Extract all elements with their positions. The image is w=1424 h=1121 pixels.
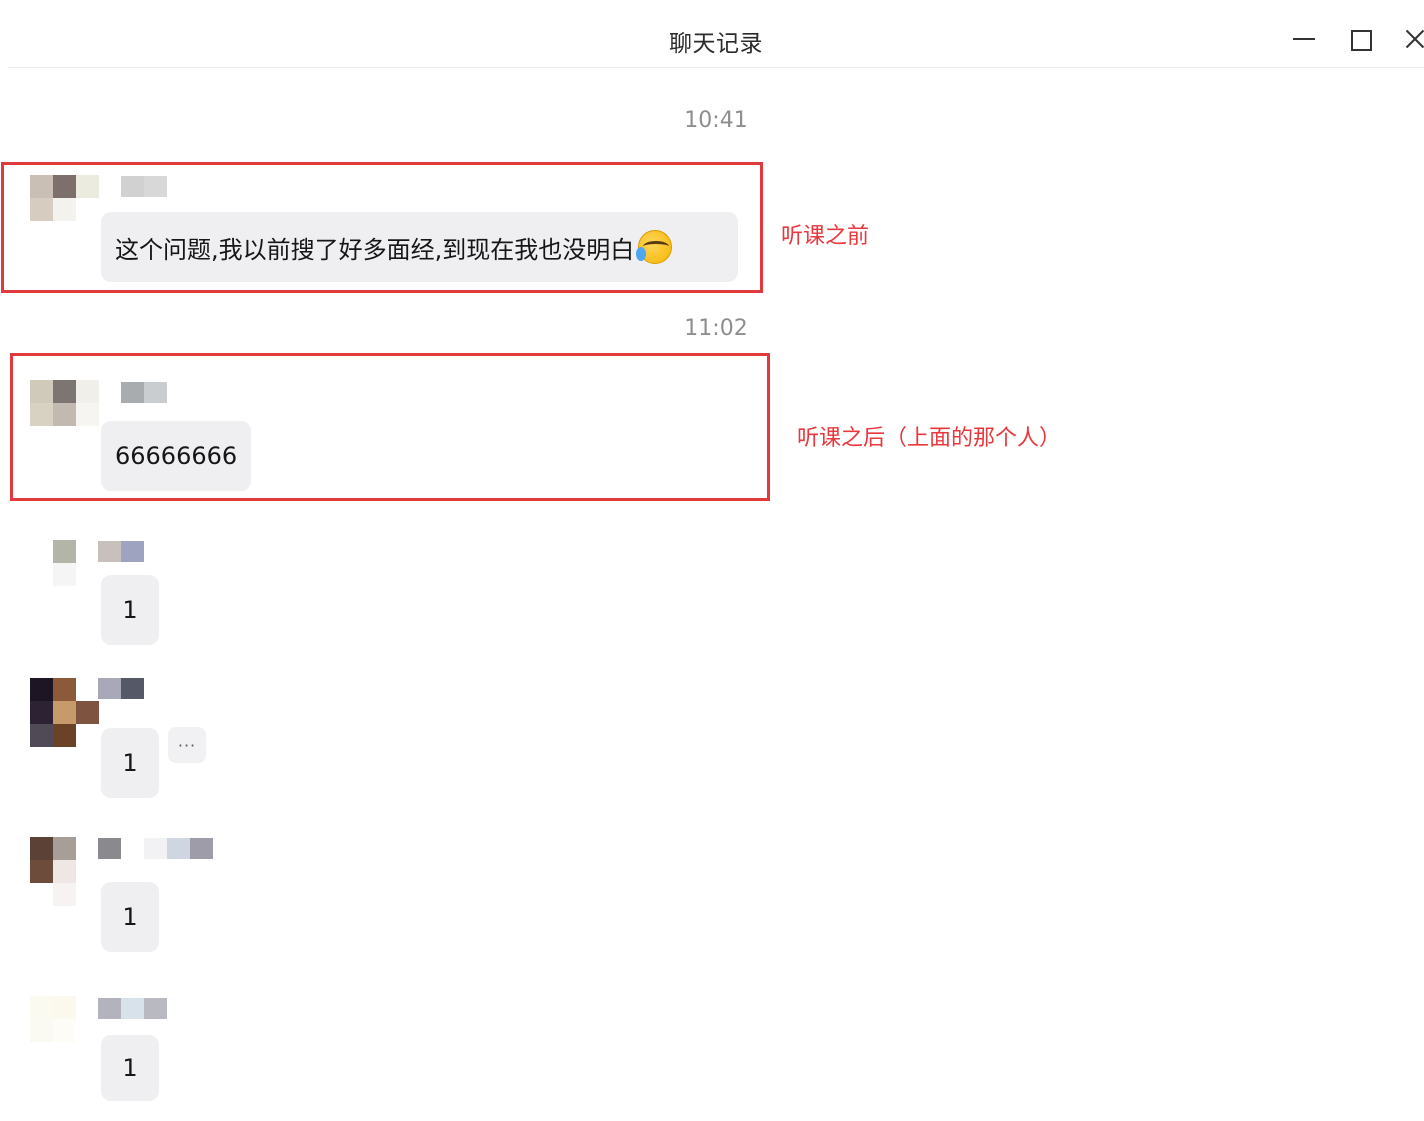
- avatar[interactable]: [30, 540, 99, 609]
- annotation-box: [10, 353, 770, 501]
- timestamp: 10:41: [684, 108, 748, 133]
- annotation-box: [1, 162, 763, 293]
- annotation-label: 听课之后（上面的那个人）: [797, 426, 1062, 451]
- message-bubble[interactable]: 1: [101, 728, 159, 798]
- message-bubble[interactable]: 1: [101, 1035, 159, 1101]
- title-bar: 聊天记录: [8, 0, 1424, 68]
- sender-name-blurred: [98, 998, 167, 1019]
- maximize-icon[interactable]: [1347, 26, 1373, 52]
- window-title: 聊天记录: [669, 31, 763, 57]
- message-text: 1: [122, 596, 138, 624]
- avatar[interactable]: [30, 837, 99, 906]
- message-text: 1: [122, 749, 138, 777]
- annotation-label: 听课之前: [781, 224, 870, 249]
- sender-name-blurred: [98, 678, 167, 699]
- more-options-button[interactable]: ···: [168, 727, 206, 763]
- avatar[interactable]: [30, 678, 99, 747]
- sender-name-blurred: [98, 838, 213, 859]
- message-bubble[interactable]: 1: [101, 575, 159, 645]
- message-text: 1: [122, 903, 138, 931]
- sender-name-blurred: [98, 541, 167, 562]
- minimize-icon[interactable]: [1291, 26, 1317, 52]
- timestamp: 11:02: [684, 316, 748, 341]
- close-icon[interactable]: [1402, 26, 1424, 52]
- avatar[interactable]: [30, 996, 99, 1065]
- chat-history-window: 聊天记录 10:41 11:02 这个问题,我以前搜了好多面经,到现在我也没明白…: [0, 0, 1424, 1121]
- message-bubble[interactable]: 1: [101, 882, 159, 952]
- message-text: 1: [122, 1054, 138, 1082]
